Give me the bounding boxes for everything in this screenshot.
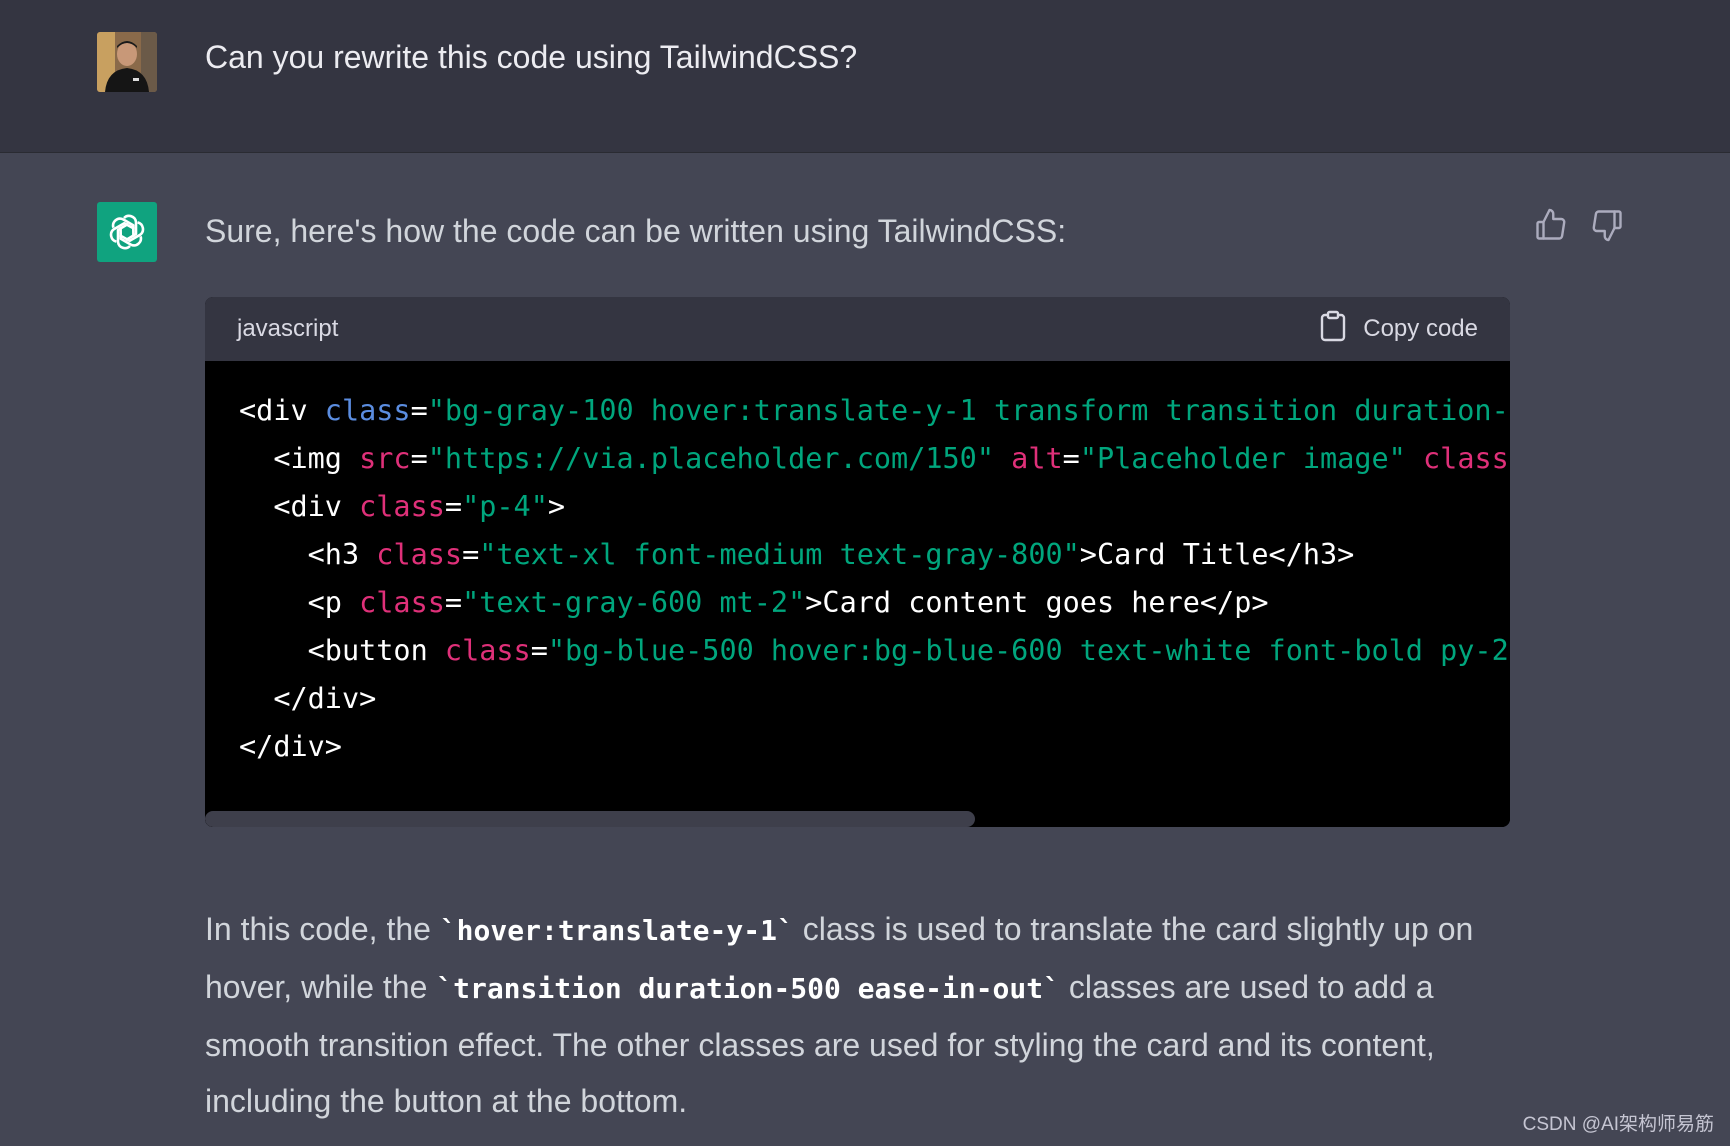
thumbs-up-icon[interactable] bbox=[1533, 207, 1569, 243]
code-header: javascript Copy code bbox=[205, 297, 1510, 361]
user-message-row: Can you rewrite this code using Tailwind… bbox=[0, 0, 1730, 153]
user-avatar bbox=[97, 32, 157, 92]
code-token: >Card content goes here</p> bbox=[805, 586, 1269, 619]
watermark: CSDN @AI架构师易筋 bbox=[1522, 1114, 1714, 1135]
code-line: </div> bbox=[239, 675, 1510, 723]
code-token: class bbox=[1423, 442, 1509, 475]
code-line: <img src="https://via.placeholder.com/15… bbox=[239, 435, 1510, 483]
code-token: </div> bbox=[239, 730, 342, 763]
code-token: <div bbox=[239, 394, 325, 427]
code-token: = bbox=[444, 490, 463, 523]
code-token: "text-gray-600 mt-2" bbox=[462, 586, 806, 619]
code-token: >Card Title</h3> bbox=[1079, 538, 1355, 571]
thumbs-down-icon[interactable] bbox=[1589, 207, 1625, 243]
code-token: "https://via.placeholder.com/150" bbox=[427, 442, 994, 475]
copy-code-label: Copy code bbox=[1363, 315, 1478, 342]
explanation-paragraph: In this code, the `hover:translate-y-1` … bbox=[205, 901, 1525, 1129]
inline-code: `hover:translate-y-1` bbox=[439, 914, 794, 947]
code-token: class bbox=[376, 538, 463, 571]
code-token: = bbox=[1062, 442, 1080, 475]
code-token: > bbox=[547, 490, 566, 523]
scrollbar-thumb[interactable] bbox=[205, 811, 975, 827]
code-token: class bbox=[359, 490, 445, 523]
assistant-message-row: Sure, here's how the code can be written… bbox=[0, 153, 1730, 1146]
code-line: <button class="bg-blue-500 hover:bg-blue… bbox=[239, 627, 1510, 675]
code-token: = bbox=[1509, 442, 1510, 475]
horizontal-scrollbar[interactable] bbox=[205, 811, 1510, 827]
code-content[interactable]: <div class="bg-gray-100 hover:translate-… bbox=[205, 361, 1510, 827]
assistant-intro-text: Sure, here's how the code can be written… bbox=[205, 213, 1067, 249]
code-line: <p class="text-gray-600 mt-2">Card conte… bbox=[239, 579, 1510, 627]
code-token: <h3 bbox=[239, 538, 377, 571]
code-token: class bbox=[359, 586, 445, 619]
copy-code-button[interactable]: Copy code bbox=[1319, 310, 1478, 349]
explanation-text: In this code, the bbox=[205, 911, 440, 947]
code-token: <button bbox=[239, 634, 445, 667]
code-block: javascript Copy code <div class="bg-gray… bbox=[205, 297, 1510, 827]
code-token: "text-xl font-medium text-gray-800" bbox=[479, 538, 1080, 571]
code-line: </div> bbox=[239, 723, 1510, 771]
code-token: = bbox=[410, 394, 428, 427]
code-token: "bg-blue-500 hover:bg-blue-600 text-whit… bbox=[547, 634, 1510, 667]
code-token: <img bbox=[239, 442, 360, 475]
code-token: src bbox=[359, 442, 411, 475]
code-token: alt bbox=[1011, 442, 1063, 475]
code-line: <h3 class="text-xl font-medium text-gray… bbox=[239, 531, 1510, 579]
code-line: <div class="bg-gray-100 hover:translate-… bbox=[239, 387, 1510, 435]
code-token: <p bbox=[239, 586, 360, 619]
code-token: class bbox=[324, 394, 411, 427]
openai-logo-icon bbox=[97, 202, 157, 262]
code-token: <div bbox=[239, 490, 360, 523]
code-token: = bbox=[444, 586, 463, 619]
code-token: = bbox=[530, 634, 548, 667]
user-message-text: Can you rewrite this code using Tailwind… bbox=[205, 39, 858, 75]
code-token: "bg-gray-100 hover:translate-y-1 transfo… bbox=[427, 394, 1510, 427]
code-token: "p-4" bbox=[462, 490, 548, 523]
code-token: class bbox=[444, 634, 531, 667]
code-token: = bbox=[462, 538, 480, 571]
clipboard-icon bbox=[1319, 310, 1347, 349]
code-token: = bbox=[410, 442, 428, 475]
inline-code: `transition duration-500 ease-in-out` bbox=[436, 972, 1060, 1005]
code-token: "Placeholder image" bbox=[1079, 442, 1406, 475]
code-language-label: javascript bbox=[237, 315, 339, 342]
code-line: <div class="p-4"> bbox=[239, 483, 1510, 531]
code-token: </div> bbox=[239, 682, 377, 715]
